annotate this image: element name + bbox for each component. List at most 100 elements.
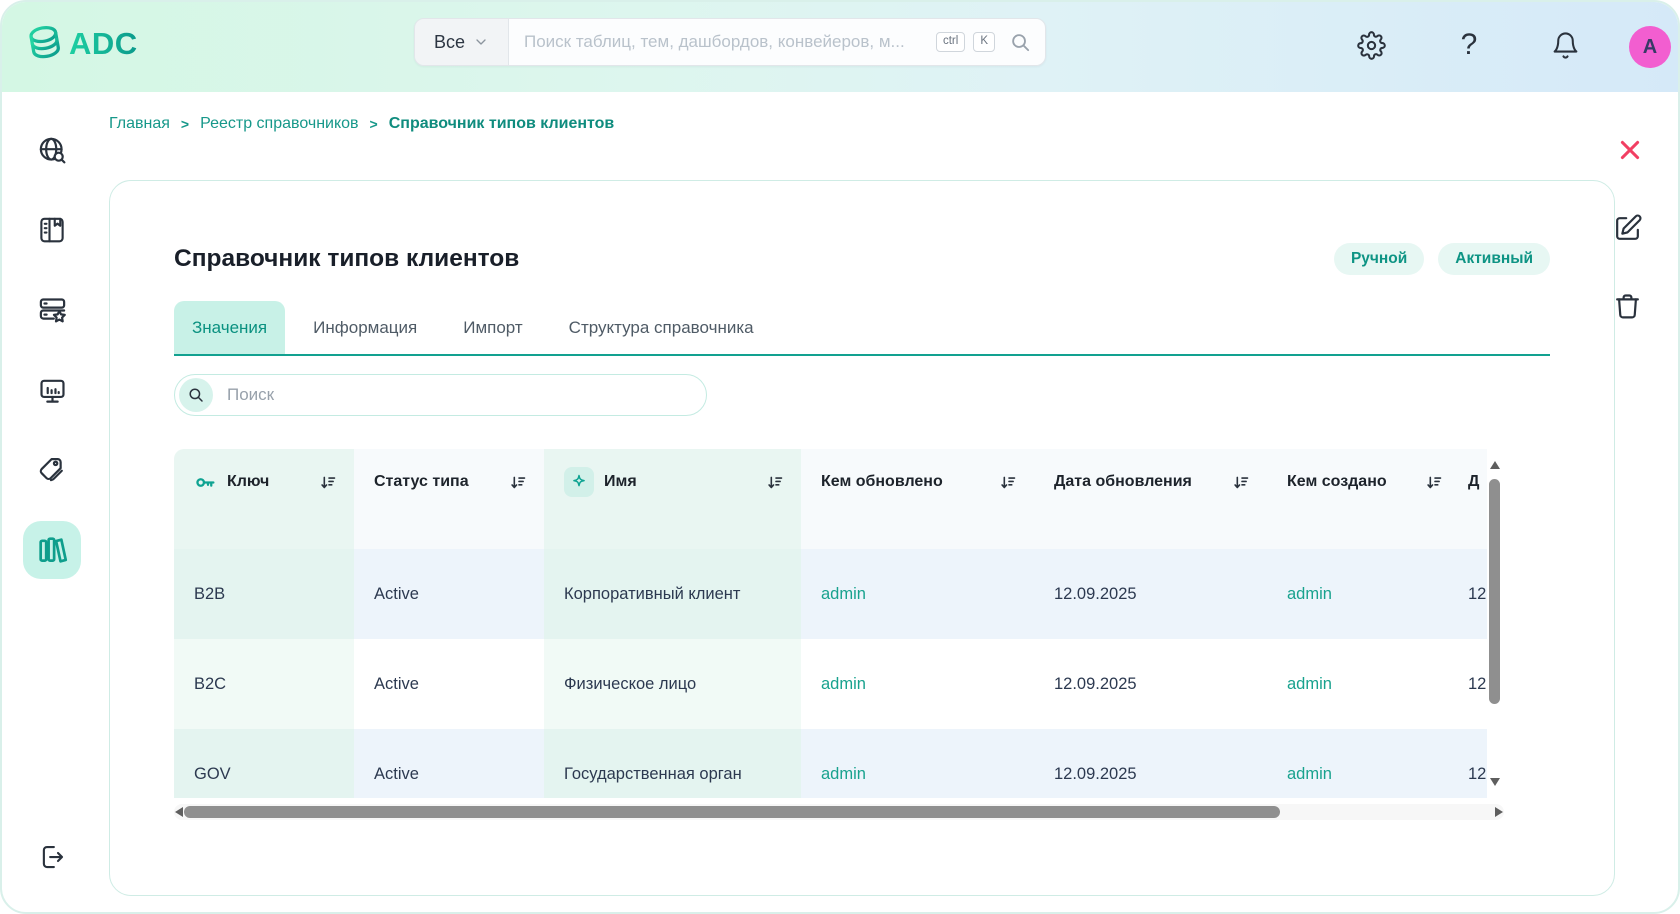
question-mark-icon: ? [1460,28,1478,61]
table-search-input[interactable] [225,384,692,406]
horizontal-scroll-thumb[interactable] [184,806,1280,818]
search-scope-dropdown[interactable]: Все [415,19,509,65]
logo-text: ADC [69,26,138,61]
tab-bar: Значения Информация Импорт Структура спр… [174,301,1550,356]
kbd-ctrl: ctrl [935,32,966,52]
vertical-scrollbar[interactable] [1487,455,1504,792]
cell-updated-by[interactable]: admin [821,585,866,604]
global-search-input[interactable] [522,31,928,53]
breadcrumb-home[interactable]: Главная [109,115,170,133]
breadcrumb: Главная > Реестр справочников > Справочн… [109,115,614,133]
scroll-left-arrow[interactable] [175,807,183,817]
column-label: Имя [604,473,637,490]
tab-information[interactable]: Информация [295,301,435,354]
monitor-chart-icon [37,375,68,406]
column-label: Дата обновления [1054,473,1192,490]
cell-updated-date: 12.09.2025 [1034,729,1267,798]
cell-status: Active [354,639,544,729]
cell-created-by[interactable]: admin [1287,675,1332,694]
app-window: ADC Все ctrl K [0,0,1680,914]
column-label: Кем обновлено [821,473,943,490]
breadcrumb-registry[interactable]: Реестр справочников [200,115,358,133]
column-header-updated-date[interactable]: Дата обновления [1034,449,1267,549]
global-search-field: ctrl K [509,19,1045,65]
settings-button[interactable] [1354,28,1388,62]
notifications-button[interactable] [1548,28,1582,62]
close-icon [1616,136,1644,164]
column-label: Ключ [227,473,270,490]
gear-icon [1356,30,1386,60]
horizontal-scrollbar[interactable] [174,804,1504,820]
cell-key: B2C [174,639,354,729]
books-icon [35,533,69,567]
badge-active: Активный [1438,243,1550,275]
trash-icon [1612,291,1643,322]
sidebar-item-dashboards[interactable] [32,370,72,410]
sidebar-item-dictionaries[interactable] [23,521,81,579]
sort-icon[interactable] [1232,474,1249,491]
cell-created-date: 12 [1460,639,1487,729]
tab-values[interactable]: Значения [174,301,286,354]
cell-status: Active [354,729,544,798]
cell-name: Физическое лицо [544,639,801,729]
sidebar-item-tags[interactable] [32,450,72,490]
status-badges: Ручной Активный [1333,243,1550,275]
cell-created-by[interactable]: admin [1287,765,1332,784]
logout-icon [37,842,67,872]
scroll-right-arrow[interactable] [1495,807,1503,817]
pencil-square-icon [1612,213,1643,244]
sort-icon[interactable] [766,474,783,491]
sidebar-item-logout[interactable] [32,837,72,877]
card-header: Справочник типов клиентов Ручной Активны… [174,243,1550,275]
cell-key: B2B [174,549,354,639]
sort-icon[interactable] [509,474,526,491]
edit-button[interactable] [1610,211,1644,245]
tab-import[interactable]: Импорт [445,301,540,354]
scroll-up-arrow[interactable] [1490,461,1500,469]
cell-created-date: 12 [1460,729,1487,798]
globe-search-icon [37,135,68,166]
column-header-key[interactable]: Ключ [174,449,354,549]
table-search [174,374,707,416]
cell-updated-date: 12.09.2025 [1034,639,1267,729]
journal-icon [37,215,67,245]
cell-created-by[interactable]: admin [1287,585,1332,604]
delete-button[interactable] [1610,289,1644,323]
search-icon[interactable] [1009,31,1032,54]
tab-structure[interactable]: Структура справочника [551,301,772,354]
chevron-down-icon [473,34,489,50]
help-button[interactable]: ? [1452,28,1486,62]
sidebar-item-data-registry[interactable] [32,290,72,330]
values-table: Ключ Статус типа Имя Кем обновлено Дата … [174,449,1504,798]
scroll-down-arrow[interactable] [1490,778,1500,786]
cell-updated-by[interactable]: admin [821,675,866,694]
sidebar-item-global-search[interactable] [32,130,72,170]
column-label: Кем создано [1287,473,1387,490]
avatar[interactable]: A [1629,26,1671,68]
page-title: Справочник типов клиентов [174,245,520,272]
close-button[interactable] [1614,134,1646,166]
vertical-scroll-thumb[interactable] [1489,479,1500,704]
column-header-name[interactable]: Имя [544,449,801,549]
column-header-updated-by[interactable]: Кем обновлено [801,449,1034,549]
sort-icon[interactable] [1425,474,1442,491]
sort-icon[interactable] [999,474,1016,491]
cell-name: Государственная орган [544,729,801,798]
column-header-created-date[interactable]: Д [1460,449,1487,549]
column-header-created-by[interactable]: Кем создано [1267,449,1460,549]
sort-icon[interactable] [319,474,336,491]
badge-manual: Ручной [1333,243,1425,275]
column-header-status[interactable]: Статус типа [354,449,544,549]
column-label: Статус типа [374,473,469,490]
logo[interactable]: ADC [22,21,138,67]
search-icon [179,378,213,412]
cell-key: GOV [174,729,354,798]
cell-updated-by[interactable]: admin [821,765,866,784]
column-label: Д [1468,473,1480,490]
sparkle-icon [564,467,594,497]
cell-name: Корпоративный клиент [544,549,801,639]
sidebar-item-journal[interactable] [32,210,72,250]
kbd-k: K [973,32,995,52]
cell-status: Active [354,549,544,639]
key-icon [194,471,217,494]
